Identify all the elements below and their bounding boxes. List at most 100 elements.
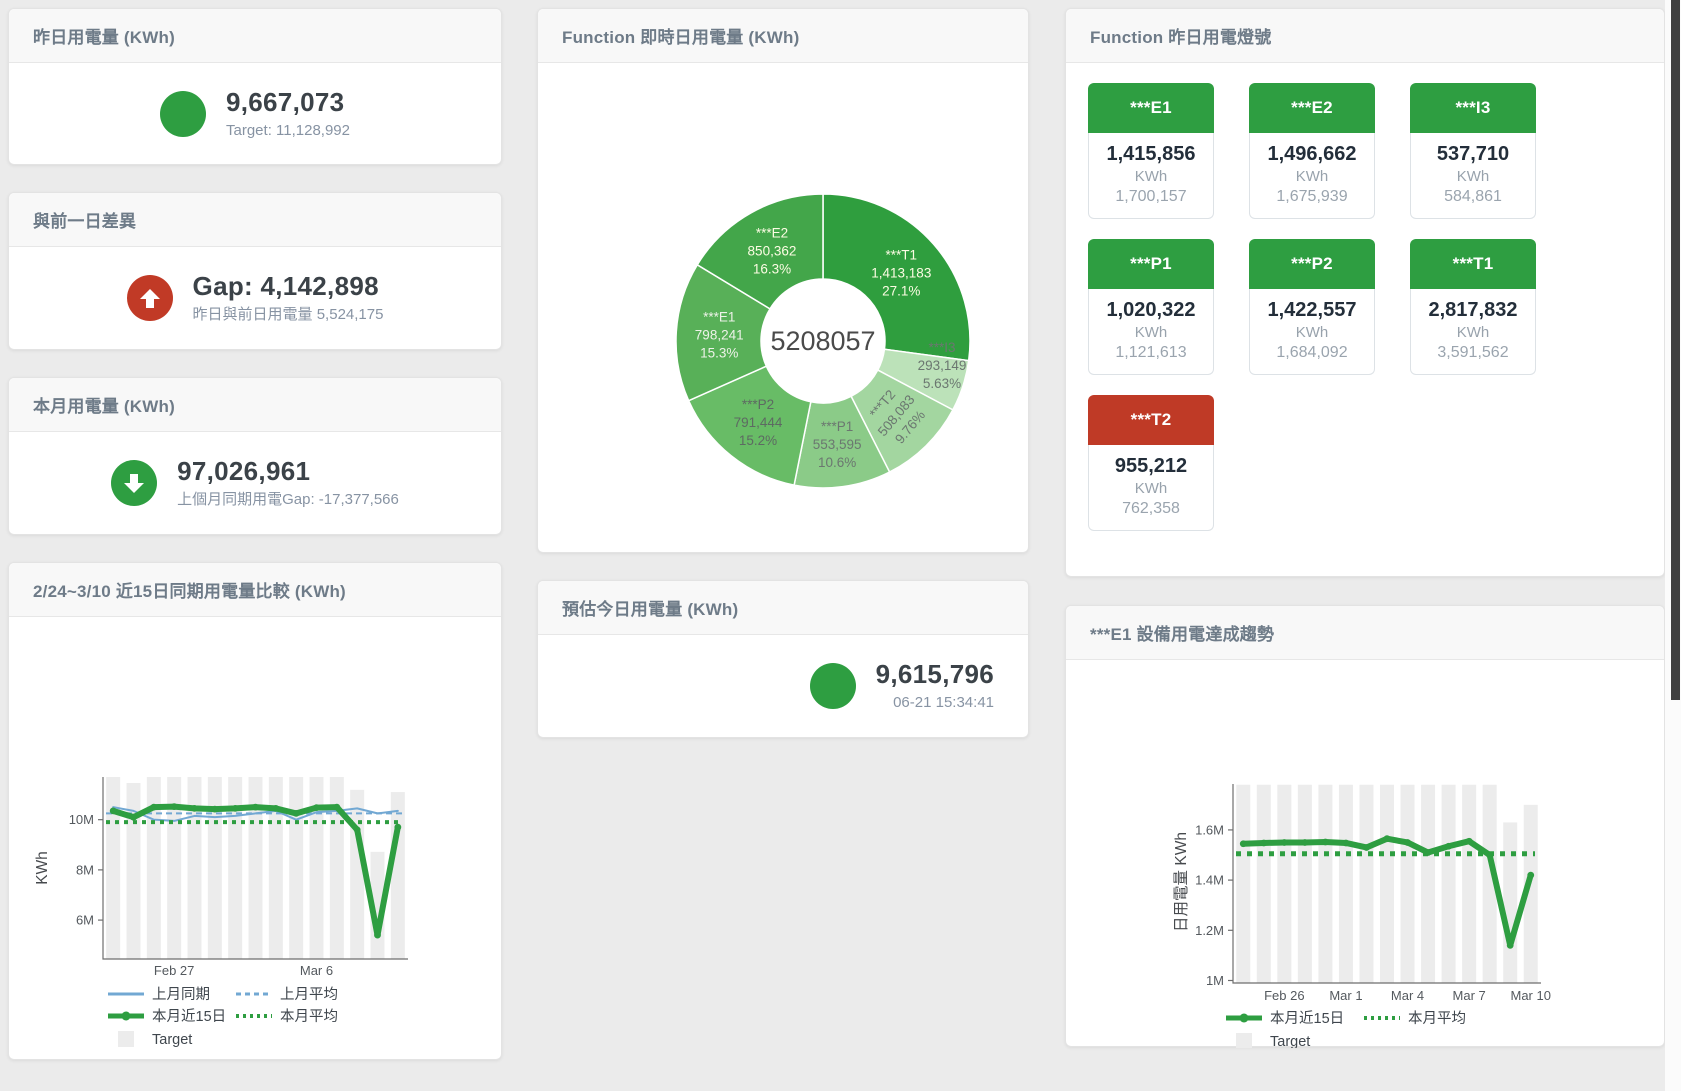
tile-target-value: 1,684,092	[1250, 344, 1374, 362]
light-tile-P2: ***P21,422,557KWh1,684,092	[1249, 239, 1375, 375]
target-bar	[269, 777, 283, 959]
x-tick-label: Mar 4	[1391, 988, 1424, 1003]
legend-item-本月近15日[interactable]: 本月近15日	[1226, 1010, 1344, 1027]
card-title-text: 2/24~3/10 近15日同期用電量比較 (KWh)	[33, 577, 346, 602]
arrow-up-status-icon	[127, 275, 173, 321]
series-point	[232, 805, 239, 812]
card-title-text: 本月用電量 (KWh)	[33, 392, 175, 417]
x-tick-label: Mar 1	[1329, 988, 1362, 1003]
kpi-timestamp: 06-21 15:34:41	[876, 694, 994, 711]
series-point	[1281, 839, 1288, 846]
tile-unit: KWh	[1089, 324, 1213, 341]
tile-unit: KWh	[1089, 480, 1213, 497]
tile-value: 1,422,557	[1250, 299, 1374, 322]
svg-text:Target: Target	[152, 1032, 192, 1048]
target-bar	[1442, 785, 1456, 983]
tile-body: 1,496,662KWh1,675,939	[1249, 133, 1375, 219]
tile-target-value: 1,675,939	[1250, 188, 1374, 206]
realtime-usage-donut-chart[interactable]: ***T11,413,18327.1%***I3293,1495.63%***T…	[538, 63, 1030, 554]
arrow-down-icon	[124, 474, 144, 493]
card-title-text: ***E1 設備用電達成趨勢	[1090, 620, 1274, 645]
legend-item-Target[interactable]: Target	[118, 1031, 192, 1048]
card-title-text: 預估今日用電量 (KWh)	[562, 595, 738, 620]
y-tick-label: 10M	[69, 812, 94, 827]
e1-trend-chart[interactable]: 1M1.2M1.4M1.6MFeb 26Mar 1Mar 4Mar 7Mar 1…	[1066, 660, 1666, 1048]
compare-15day-chart[interactable]: 6M8M10MFeb 27Mar 6KWh上月同期上月平均本月近15日本月平均T…	[9, 617, 503, 1061]
tile-value: 1,415,856	[1089, 143, 1213, 166]
tile-body: 2,817,832KWh3,591,562	[1410, 289, 1536, 375]
tile-value: 1,496,662	[1250, 143, 1374, 166]
series-point	[211, 806, 218, 813]
legend-item-上月平均[interactable]: 上月平均	[236, 986, 338, 1003]
card-title-donut: Function 即時日用電量 (KWh)	[538, 9, 1028, 63]
target-bar	[350, 790, 364, 959]
series-point	[1363, 844, 1370, 851]
series-point	[252, 804, 259, 811]
kpi-value: 97,026,961	[177, 457, 399, 487]
x-tick-label: Feb 26	[1264, 988, 1304, 1003]
card-title-text: Function 即時日用電量 (KWh)	[562, 23, 799, 48]
kpi-value: Gap: 4,142,898	[193, 272, 384, 302]
svg-text:本月平均: 本月平均	[280, 1008, 338, 1025]
tile-status-header: ***E1	[1088, 83, 1214, 133]
y-tick-label: 6M	[76, 913, 94, 928]
card-gap-previous-day: 與前一日差異 Gap: 4,142,898 昨日與前日用電量 5,524,175	[8, 192, 502, 350]
series-point	[1301, 839, 1308, 846]
card-title-text: Function 昨日用電燈號	[1090, 23, 1271, 48]
x-tick-label: Mar 10	[1510, 988, 1550, 1003]
series-point	[1322, 839, 1329, 846]
card-yesterday-status-lights: Function 昨日用電燈號 ***E1 1,415,856 KWh 1,700,1…	[1065, 8, 1665, 577]
y-tick-label: 1.2M	[1195, 923, 1224, 938]
series-point	[1240, 840, 1247, 847]
legend-item-本月平均[interactable]: 本月平均	[1364, 1010, 1466, 1027]
tile-status-header: ***E2	[1249, 83, 1375, 133]
tile-row: ***T2955,212KWh762,358	[1066, 395, 1664, 531]
status-circle-icon	[160, 91, 206, 137]
series-point	[1445, 843, 1452, 850]
target-bar	[1462, 785, 1476, 983]
legend-item-上月同期[interactable]: 上月同期	[108, 986, 210, 1003]
target-bar	[289, 777, 303, 959]
card-15day-compare-chart: 2/24~3/10 近15日同期用電量比較 (KWh) 6M8M10MFeb 2…	[8, 562, 502, 1060]
tile-value: 1,020,322	[1089, 299, 1213, 322]
target-bar	[391, 792, 405, 959]
tile-target-value: 584,861	[1411, 188, 1535, 206]
tile-unit: KWh	[1411, 324, 1535, 341]
legend-item-本月平均[interactable]: 本月平均	[236, 1008, 338, 1025]
y-axis-title: 日用電量 KWh	[1173, 832, 1190, 932]
tile-target-value: 1,700,157	[1089, 188, 1213, 206]
series-point	[313, 804, 320, 811]
card-title-text: 昨日用電量 (KWh)	[33, 23, 175, 48]
target-bar	[228, 777, 242, 959]
status-tile-grid: ***E11,415,856KWh1,700,157***E21,496,662…	[1066, 83, 1664, 531]
scrollbar-thumb[interactable]	[1671, 0, 1680, 700]
tile-body: 955,212KWh762,358	[1088, 445, 1214, 531]
tile-body: 1,020,322KWh1,121,613	[1088, 289, 1214, 375]
series-point	[333, 804, 340, 811]
light-tile-E2: ***E21,496,662KWh1,675,939	[1249, 83, 1375, 219]
legend-item-本月近15日[interactable]: 本月近15日	[108, 1008, 226, 1025]
y-tick-label: 1M	[1206, 973, 1224, 988]
donut-center-total: 5208057	[770, 326, 875, 356]
card-today-forecast: 預估今日用電量 (KWh) 9,615,796 06-21 15:34:41	[537, 580, 1029, 738]
legend-item-Target[interactable]: Target	[1236, 1033, 1310, 1048]
arrow-down-status-icon	[111, 460, 157, 506]
scrollbar-track[interactable]	[1665, 0, 1681, 1091]
y-axis-title: KWh	[34, 851, 51, 885]
card-title-month: 本月用電量 (KWh)	[9, 378, 501, 432]
tile-value: 955,212	[1089, 455, 1213, 478]
series-point	[374, 932, 381, 939]
y-tick-label: 1.4M	[1195, 873, 1224, 888]
svg-text:本月平均: 本月平均	[1408, 1010, 1466, 1027]
tile-unit: KWh	[1089, 168, 1213, 185]
target-bar	[1236, 785, 1250, 983]
target-bar	[1339, 785, 1353, 983]
card-title-lights: Function 昨日用電燈號	[1066, 9, 1664, 63]
card-title-forecast: 預估今日用電量 (KWh)	[538, 581, 1028, 635]
tile-unit: KWh	[1411, 168, 1535, 185]
x-tick-label: Mar 6	[300, 963, 333, 978]
tile-unit: KWh	[1250, 324, 1374, 341]
target-bar	[208, 777, 222, 959]
series-point	[1343, 840, 1350, 847]
series-point	[272, 805, 279, 812]
